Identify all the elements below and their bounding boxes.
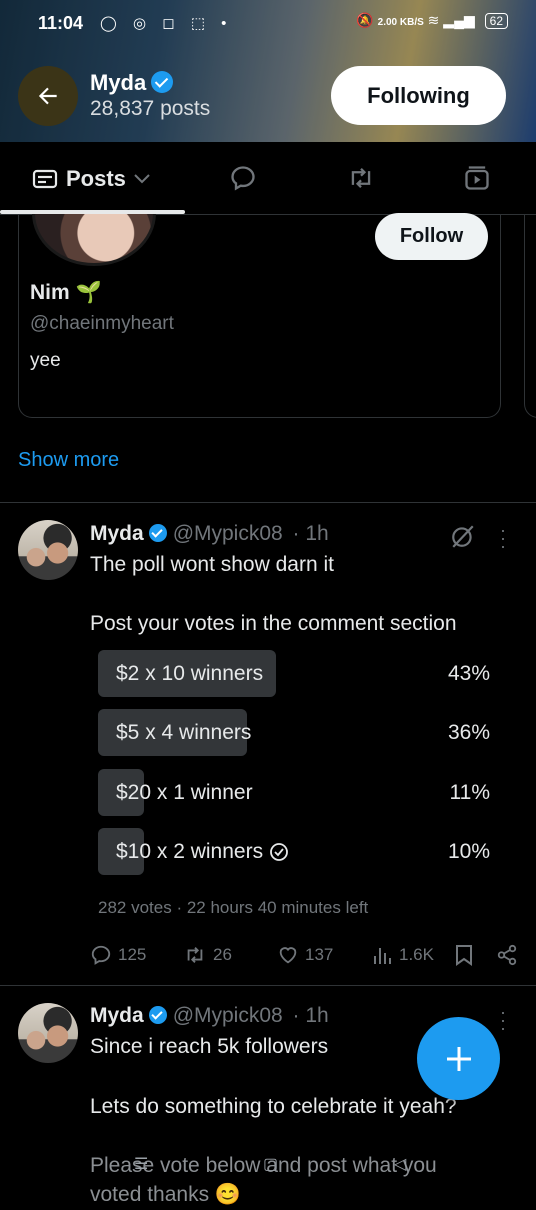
- net-speed: 2.00 KB/S: [377, 17, 424, 28]
- suggested-bio: yee: [30, 350, 61, 371]
- verified-badge-icon: [148, 524, 167, 542]
- verified-badge-icon: [148, 1006, 167, 1024]
- poll-option-percent: 43%: [447, 662, 490, 685]
- tweet-text: Since i reach 5k followers: [90, 1035, 329, 1058]
- poll-meta: 282 votes · 22 hours 40 minutes left: [98, 898, 369, 917]
- following-button[interactable]: Following: [331, 66, 506, 125]
- show-more-link[interactable]: Show more: [18, 449, 119, 472]
- header-profile-name: Myda: [90, 70, 174, 96]
- poll-option-percent: 11%: [449, 781, 490, 804]
- tweet-text: The poll wont show darn it: [90, 553, 334, 576]
- poll-option-label: $5 x 4 winners: [116, 721, 252, 744]
- divider: [0, 985, 536, 986]
- tab-reposts[interactable]: [346, 164, 374, 192]
- media-play-icon: [465, 166, 489, 190]
- reply-icon: [91, 945, 111, 965]
- chevron-down-icon: [134, 174, 150, 184]
- back-button[interactable]: [18, 66, 78, 126]
- status-time: 11:04: [38, 13, 84, 33]
- follow-button[interactable]: Follow: [375, 213, 488, 260]
- poll-option-percent: 10%: [447, 840, 490, 863]
- repost-icon: [351, 167, 371, 189]
- plus-icon: [446, 1046, 471, 1071]
- suggested-name: Nim 🌱: [30, 281, 102, 304]
- more-options-icon[interactable]: · · ·: [500, 1003, 512, 1037]
- poll-option-label: $20 x 1 winner: [116, 781, 253, 804]
- tweet-text: voted thanks 😊: [90, 1183, 242, 1206]
- poll-option-label: $2 x 10 winners: [116, 662, 264, 685]
- views-button[interactable]: 1.6K: [373, 944, 434, 966]
- share-button[interactable]: [496, 944, 518, 966]
- like-button[interactable]: 137: [277, 944, 333, 966]
- tab-media[interactable]: [463, 164, 491, 192]
- repost-button[interactable]: 26: [183, 944, 232, 966]
- nav-back-icon[interactable]: ◁: [394, 1154, 406, 1174]
- repost-icon: [187, 947, 203, 963]
- tweet-actions: 125 26 137 1.6K: [90, 944, 526, 970]
- mute-icon: 🔕: [356, 12, 374, 28]
- nav-menu-icon[interactable]: ☰: [134, 1154, 148, 1174]
- signal-icon: ▂▄▆: [443, 12, 475, 28]
- status-bar: 11:04 ◯ ◎ ◻ ⬚ • 🔕 2.00 KB/S ≋ ▂▄▆ 62: [0, 0, 536, 48]
- status-right: 🔕 2.00 KB/S ≋ ▂▄▆ 62: [356, 12, 508, 29]
- tweet-text: Post your votes in the comment section: [90, 612, 457, 635]
- compose-button[interactable]: [417, 1017, 500, 1100]
- tab-replies[interactable]: [229, 164, 257, 192]
- bookmark-icon: [456, 945, 472, 966]
- check-circle-icon: [270, 843, 288, 861]
- avatar[interactable]: [18, 1003, 78, 1063]
- poll-option-percent: 36%: [447, 721, 490, 744]
- next-suggested-card[interactable]: [524, 214, 536, 418]
- posts-tab-icon: [32, 169, 58, 189]
- verified-badge-icon: [151, 71, 174, 93]
- reply-bubble-icon: [231, 166, 255, 191]
- analytics-icon: [374, 948, 391, 964]
- bookmark-button[interactable]: [454, 944, 474, 966]
- tab-posts[interactable]: Posts: [32, 166, 150, 192]
- nav-home-icon[interactable]: ▢: [263, 1154, 278, 1174]
- tweet-author[interactable]: Myda @Mypick08 · 1h: [90, 1004, 329, 1028]
- suggested-handle: @chaeinmyheart: [30, 313, 174, 334]
- more-options-icon[interactable]: · · ·: [500, 521, 512, 555]
- grok-slash-icon: [452, 525, 474, 548]
- tweet-author[interactable]: Myda @Mypick08 · 1h: [90, 522, 329, 546]
- arrow-left-icon: [38, 87, 57, 105]
- wifi-icon: ≋: [427, 12, 440, 28]
- divider: [0, 502, 536, 503]
- grok-icon[interactable]: [450, 523, 476, 549]
- notification-icons: ◯ ◎ ◻ ⬚ •: [100, 15, 233, 32]
- reply-button[interactable]: 125: [90, 944, 146, 966]
- avatar[interactable]: [18, 520, 78, 580]
- share-icon: [497, 944, 517, 966]
- heart-icon: [279, 947, 297, 964]
- poll-option-label: $10 x 2 winners: [116, 840, 289, 864]
- tweet-text: Lets do something to celebrate it yeah?: [90, 1095, 457, 1118]
- battery-icon: 62: [484, 13, 508, 29]
- header-post-count: 28,837 posts: [90, 97, 211, 120]
